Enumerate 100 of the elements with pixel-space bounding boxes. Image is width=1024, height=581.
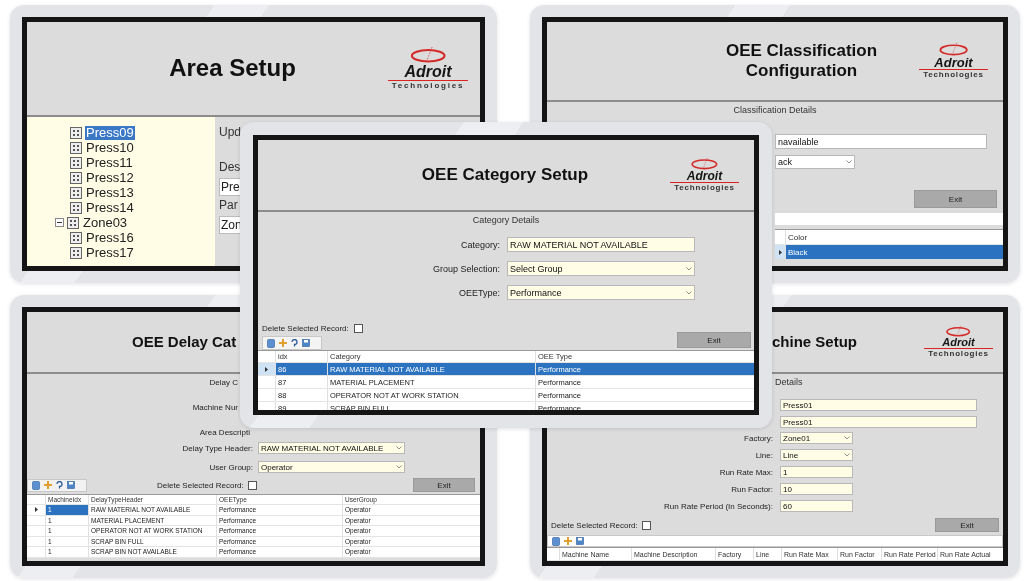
database-icon[interactable]: [267, 338, 275, 348]
dropdown[interactable]: RAW MATERIAL NOT AVAILABLE: [258, 442, 405, 454]
exit-button[interactable]: Exit: [935, 518, 999, 532]
field-label: Run Factor:: [730, 484, 773, 494]
save-icon[interactable]: [302, 339, 310, 347]
dropdown[interactable]: Select Group: [507, 261, 695, 276]
node-icon: [70, 201, 82, 214]
save-icon[interactable]: [576, 537, 584, 545]
logo-wordmark: Adroit: [404, 64, 452, 80]
logo-swoosh-icon: [408, 46, 448, 64]
window-title: Area Setup: [168, 54, 297, 83]
section-title: Classification Details: [733, 105, 817, 115]
window-title: chine Setup: [772, 333, 857, 351]
dropdown[interactable]: ack: [775, 155, 855, 169]
text-field[interactable]: 1: [780, 466, 853, 478]
chevron-icon: [844, 453, 850, 457]
database-icon[interactable]: [552, 536, 560, 546]
checkbox[interactable]: [641, 520, 651, 530]
save-icon[interactable]: [67, 481, 75, 489]
logo-wordmark: Adroit: [686, 170, 723, 183]
node-icon: [70, 246, 82, 259]
tree-item[interactable]: Press13: [85, 185, 135, 200]
dropdown[interactable]: Performance: [507, 285, 695, 300]
text-field[interactable]: 10: [780, 483, 853, 495]
text-field[interactable]: Press01: [780, 416, 977, 428]
table-cell[interactable]: Black: [785, 245, 1003, 259]
chevron-icon: [396, 465, 402, 469]
field-label: Run Rate Max:: [718, 467, 773, 477]
chevron-icon: [686, 290, 692, 295]
node-icon: [70, 171, 82, 184]
logo-tagline: Technologies: [670, 182, 739, 193]
node-icon: [70, 141, 82, 154]
section-title: Category Details: [472, 215, 540, 225]
node-icon: [70, 126, 82, 139]
text-field[interactable]: Pre: [219, 178, 243, 196]
checkbox[interactable]: [353, 324, 363, 333]
field-label: Delay C: [208, 378, 238, 387]
checkbox-label: Delete Selected Record:: [551, 520, 638, 530]
chevron-icon: [846, 160, 852, 164]
tree-item[interactable]: Press14: [85, 200, 135, 215]
node-icon: [70, 156, 82, 169]
chevron-icon: [686, 266, 692, 271]
checkbox-label: Delete Selected Record:: [157, 480, 244, 490]
field-label: OEEType:: [457, 287, 500, 298]
exit-button[interactable]: Exit: [677, 332, 751, 348]
field-label: Des: [219, 160, 242, 174]
logo-wordmark: Adroit: [934, 56, 973, 70]
node-icon: [70, 231, 82, 244]
field-label: Par: [219, 198, 239, 212]
field-label: Factory:: [743, 433, 773, 443]
field-label: Area Descripti: [198, 428, 250, 437]
logo-tagline: Technologies: [919, 69, 988, 80]
plus-icon[interactable]: [279, 339, 287, 347]
field-label: Group Selection:: [431, 263, 500, 274]
plus-icon[interactable]: [44, 481, 52, 489]
tree-item[interactable]: Press11: [85, 155, 134, 170]
dropdown[interactable]: Zone01: [780, 432, 853, 444]
field-label: Run Rate Period (In Seconds):: [663, 501, 773, 511]
row-pointer-icon: [265, 366, 268, 372]
logo-tagline: Technologies: [924, 348, 993, 359]
tree-item[interactable]: Press17: [85, 245, 135, 260]
section-title: Details: [775, 377, 803, 387]
node-icon: [70, 186, 82, 199]
text-field[interactable]: RAW MATERIAL NOT AVAILABLE: [507, 237, 695, 252]
database-icon[interactable]: [32, 480, 40, 490]
checkbox[interactable]: [247, 480, 257, 490]
node-icon: [67, 216, 79, 229]
row-pointer-icon: [34, 507, 38, 513]
dropdown[interactable]: Operator: [258, 461, 405, 473]
text-field[interactable]: 60: [780, 500, 853, 512]
chevron-icon: [844, 436, 850, 440]
exit-button[interactable]: Exit: [413, 478, 475, 492]
logo-swoosh-icon: [945, 325, 972, 338]
plus-icon[interactable]: [564, 537, 572, 545]
exit-button[interactable]: Exit: [914, 190, 997, 208]
text-field[interactable]: Press01: [780, 399, 977, 411]
tree-item[interactable]: Press10: [85, 140, 135, 155]
field-label: Upd: [219, 125, 242, 139]
chevron-icon: [396, 446, 402, 450]
field-label: Line:: [754, 450, 773, 460]
field-label: Category:: [459, 239, 500, 250]
tree-item[interactable]: Zone03: [82, 215, 129, 230]
window-title: OEE Classification Configuration: [724, 40, 879, 82]
tree-item[interactable]: Press12: [85, 170, 135, 185]
logo-swoosh-icon: [937, 42, 970, 57]
tree-item[interactable]: Press16: [85, 230, 135, 245]
logo-wordmark: Adroit: [942, 337, 975, 349]
row-pointer-icon: [778, 249, 782, 255]
checkbox-label: Delete Selected Record:: [262, 324, 349, 333]
text-field[interactable]: navailable: [775, 134, 987, 149]
logo-tagline: Technologies: [387, 80, 469, 91]
field-label: User Group:: [208, 462, 253, 472]
window-title: OEE Category Setup: [420, 164, 590, 186]
logo-swoosh-icon: [690, 157, 719, 171]
dropdown[interactable]: Line: [780, 449, 853, 461]
tree-item[interactable]: Press09: [85, 125, 135, 140]
window-title: OEE Delay Cat: [132, 333, 237, 351]
field-label: Machine Nur: [191, 403, 238, 412]
collapse-icon[interactable]: [55, 218, 64, 227]
field-label: Delay Type Header:: [181, 443, 253, 453]
